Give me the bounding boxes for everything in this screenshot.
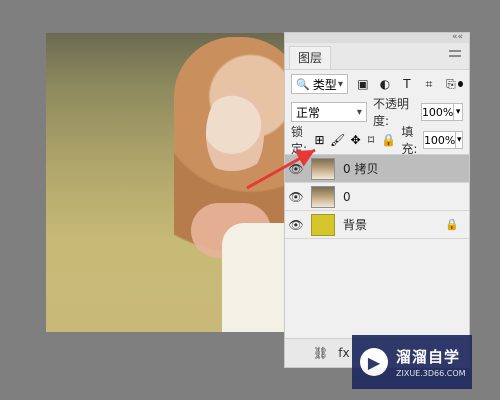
chevron-down-icon: ▾: [337, 78, 343, 90]
lock-icon[interactable]: 🔒: [381, 133, 396, 147]
artboard-icon[interactable]: ⌑: [367, 133, 376, 147]
brush-icon[interactable]: 🖌: [330, 133, 345, 147]
watermark-brand-cn: 溜溜自学: [396, 348, 461, 366]
opacity-dropdown[interactable]: ▾: [454, 103, 463, 121]
layers-panel: «« 图层 🔍 类型 ▾ ▣ ◐ T ⌗ ⎘ 正常 ▾ 不透明度: 100% ▾…: [284, 32, 470, 368]
panel-top-bar: ««: [285, 32, 469, 43]
tab-layers[interactable]: 图层: [289, 46, 332, 69]
filter-toggle-icon[interactable]: [457, 81, 463, 87]
adjustment-icon[interactable]: ◐: [378, 77, 392, 91]
eye-icon[interactable]: 👁: [285, 162, 307, 176]
eye-icon[interactable]: 👁: [285, 218, 307, 232]
fill-label: 填充:: [401, 125, 418, 156]
lock-label: 锁定:: [291, 125, 308, 156]
text-icon[interactable]: T: [400, 77, 414, 91]
layer-name: 0: [343, 189, 351, 204]
fill-field[interactable]: 100%: [422, 131, 457, 149]
blend-opacity-row: 正常 ▾ 不透明度: 100% ▾: [285, 97, 469, 128]
layer-name: 背景: [343, 218, 368, 232]
shape-icon[interactable]: ⌗: [422, 77, 436, 91]
search-icon: 🔍: [296, 77, 310, 91]
layer-row[interactable]: 👁 背景 🔒: [285, 211, 469, 239]
link-icon[interactable]: ⛓: [313, 346, 328, 360]
layer-thumbnail: [311, 213, 335, 236]
opacity-field[interactable]: 100%: [420, 103, 455, 121]
panel-tab-row: 图层: [285, 43, 469, 70]
layer-row[interactable]: 👁 0: [285, 183, 469, 211]
fx-icon[interactable]: fx: [338, 346, 349, 360]
watermark-text: 溜溜自学 ZIXUE.3D66.COM: [396, 346, 466, 378]
fill-dropdown[interactable]: ▾: [456, 131, 464, 149]
watermark: ▶ 溜溜自学 ZIXUE.3D66.COM: [352, 335, 472, 389]
transparent-lock-icon[interactable]: ⊞: [315, 133, 325, 147]
blend-mode-label: 正常: [296, 105, 321, 120]
blend-mode-select[interactable]: 正常 ▾: [291, 102, 367, 122]
play-logo-icon: ▶: [360, 348, 388, 376]
lock-icon[interactable]: 🔒: [445, 218, 459, 231]
layer-row[interactable]: 👁 0 拷贝: [285, 155, 469, 183]
layer-thumbnail: [311, 185, 335, 208]
image-icon[interactable]: ▣: [356, 77, 370, 91]
canvas-image: [46, 33, 293, 332]
image-dress: [222, 223, 293, 332]
chevron-down-icon: ▾: [356, 106, 362, 118]
collapse-icon[interactable]: ««: [452, 32, 463, 42]
move-icon[interactable]: ✥: [351, 133, 361, 147]
eye-icon[interactable]: 👁: [285, 190, 307, 204]
watermark-brand-en: ZIXUE.3D66.COM: [396, 369, 466, 378]
layer-thumbnail: [311, 157, 335, 180]
smart-object-icon[interactable]: ⎘: [444, 77, 458, 91]
filter-row: 🔍 类型 ▾ ▣ ◐ T ⌗ ⎘: [285, 70, 469, 98]
filter-type-label: 类型: [312, 77, 337, 92]
image-face: [206, 88, 264, 180]
filter-type-select[interactable]: 🔍 类型 ▾: [291, 74, 348, 94]
layer-name: 0 拷贝: [343, 162, 379, 176]
panel-menu-icon[interactable]: [449, 49, 461, 59]
filter-icons: ▣ ◐ T ⌗ ⎘: [356, 77, 458, 92]
lock-fill-row: 锁定: ⊞ 🖌 ✥ ⌑ 🔒 填充: 100% ▾: [285, 125, 469, 156]
